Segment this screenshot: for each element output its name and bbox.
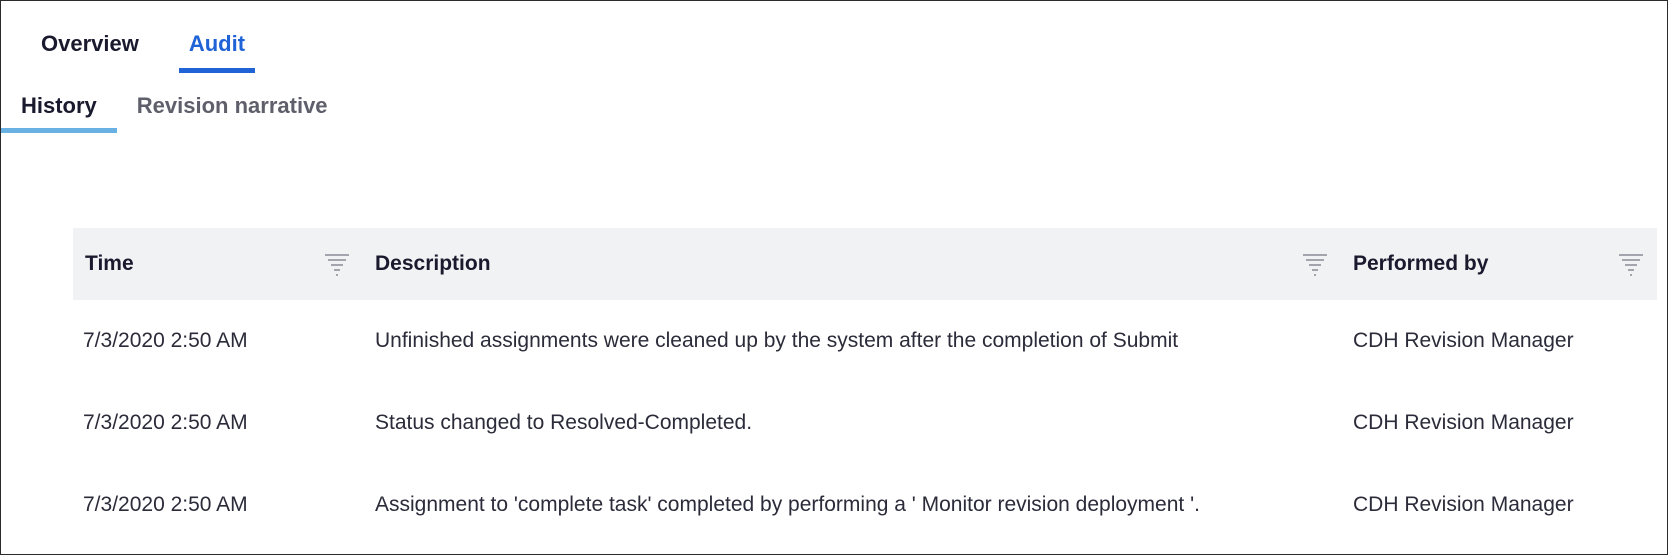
history-table: Time Description Performed by 7/3/2020 2… [73,228,1657,546]
subtab-history[interactable]: History [1,87,117,133]
cell-performed-by: CDH Revision Manager [1353,411,1574,434]
sub-tab-bar: History Revision narrative [1,87,348,133]
column-header-description-label: Description [375,252,491,275]
history-table-container: Time Description Performed by 7/3/2020 2… [73,228,1657,546]
tab-overview[interactable]: Overview [31,23,149,71]
table-row: 7/3/2020 2:50 AM Status changed to Resol… [73,382,1657,464]
tab-audit-label: Audit [188,31,246,56]
cell-description: Status changed to Resolved-Completed. [375,411,753,434]
top-tab-bar: Overview Audit [31,23,285,73]
column-header-time-label: Time [85,252,134,275]
cell-description: Assignment to 'complete task' completed … [375,493,1200,516]
filter-icon[interactable] [1617,250,1645,278]
column-header-performed-by-label: Performed by [1353,252,1489,275]
column-header-description[interactable]: Description [363,228,1341,300]
cell-time: 7/3/2020 2:50 AM [83,329,248,352]
subtab-revision-narrative[interactable]: Revision narrative [117,87,348,131]
table-row: 7/3/2020 2:50 AM Assignment to 'complete… [73,464,1657,546]
subtab-revision-narrative-label: Revision narrative [136,93,328,118]
filter-icon[interactable] [1301,250,1329,278]
column-header-performed-by[interactable]: Performed by [1341,228,1657,300]
cell-time: 7/3/2020 2:50 AM [83,493,248,516]
tab-overview-label: Overview [41,31,139,56]
audit-panel: Overview Audit History Revision narrativ… [0,0,1668,555]
cell-time: 7/3/2020 2:50 AM [83,411,248,434]
table-row: 7/3/2020 2:50 AM Unfinished assignments … [73,300,1657,382]
column-header-time[interactable]: Time [73,228,363,300]
cell-description: Unfinished assignments were cleaned up b… [375,329,1179,352]
cell-performed-by: CDH Revision Manager [1353,493,1574,516]
cell-performed-by: CDH Revision Manager [1353,329,1574,352]
table-header-row: Time Description Performed by [73,228,1657,300]
filter-icon[interactable] [323,250,351,278]
tab-audit[interactable]: Audit [178,23,256,73]
subtab-history-label: History [21,93,97,118]
